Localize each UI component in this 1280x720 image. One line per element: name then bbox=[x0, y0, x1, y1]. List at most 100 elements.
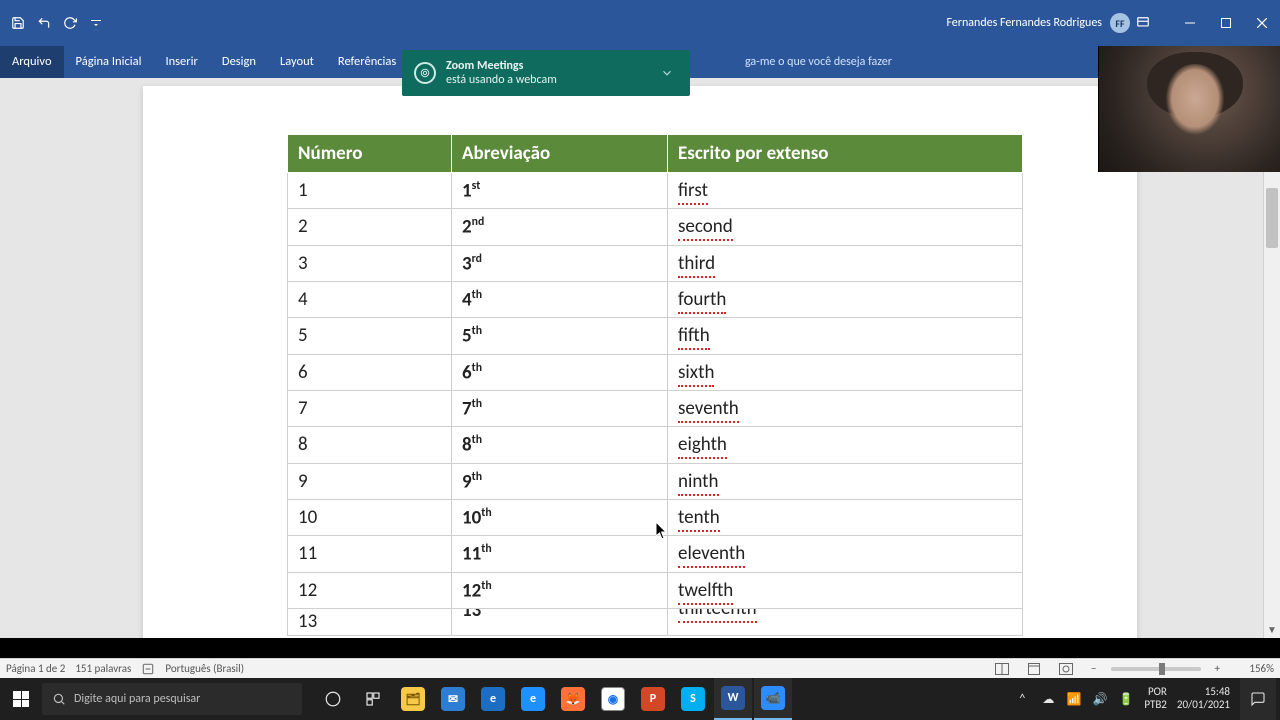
chevron-down-icon[interactable] bbox=[660, 66, 674, 80]
tell-me-hint[interactable]: ga-me o que você deseja fazer bbox=[745, 55, 892, 69]
cell-abreviacao[interactable]: 3rd bbox=[452, 245, 668, 281]
cell-abreviacao[interactable]: 6th bbox=[452, 354, 668, 390]
mail-app[interactable]: ✉ bbox=[434, 678, 472, 720]
ribbon-display-icon[interactable] bbox=[1136, 16, 1172, 30]
cell-abreviacao[interactable]: 12th bbox=[452, 572, 668, 608]
cortana-button[interactable] bbox=[354, 678, 392, 720]
cell-extenso[interactable]: third bbox=[668, 245, 1023, 281]
tray-onedrive-icon[interactable]: ☁ bbox=[1040, 691, 1056, 707]
cell-numero[interactable]: 13 bbox=[288, 608, 452, 635]
table-row: 22ndsecond bbox=[288, 209, 1023, 245]
scroll-down-arrow[interactable]: ▼ bbox=[1264, 621, 1280, 638]
firefox-app[interactable]: 🦊 bbox=[554, 678, 592, 720]
start-button[interactable] bbox=[0, 678, 42, 720]
ie-app[interactable]: e bbox=[514, 678, 552, 720]
cell-numero[interactable]: 8 bbox=[288, 427, 452, 463]
action-center-button[interactable] bbox=[1240, 678, 1276, 720]
tray-volume-icon[interactable]: 🔊 bbox=[1092, 691, 1108, 707]
cell-extenso[interactable]: twelfth bbox=[668, 572, 1023, 608]
tray-clock[interactable]: 15:48 20/01/2021 bbox=[1177, 686, 1230, 711]
zoom-percent[interactable]: 156% bbox=[1234, 662, 1274, 675]
cell-numero[interactable]: 4 bbox=[288, 281, 452, 317]
tray-battery-icon[interactable]: 🔋 bbox=[1118, 691, 1134, 707]
status-words[interactable]: 151 palavras bbox=[75, 662, 131, 675]
cell-numero[interactable]: 6 bbox=[288, 354, 452, 390]
cell-abreviacao[interactable]: 1st bbox=[452, 173, 668, 209]
cell-extenso[interactable]: ninth bbox=[668, 463, 1023, 499]
zoom-slider[interactable] bbox=[1111, 667, 1201, 671]
tab-layout[interactable]: Layout bbox=[268, 46, 326, 78]
file-explorer-app[interactable]: 🗂 bbox=[394, 678, 432, 720]
document-page[interactable]: Número Abreviação Escrito por extenso 11… bbox=[143, 86, 1137, 638]
cell-abreviacao[interactable]: 13th bbox=[452, 608, 668, 635]
cell-numero[interactable]: 10 bbox=[288, 499, 452, 535]
close-button[interactable] bbox=[1244, 0, 1280, 46]
undo-icon[interactable] bbox=[36, 15, 52, 31]
cell-abreviacao[interactable]: 9th bbox=[452, 463, 668, 499]
zoom-out-button[interactable]: − bbox=[1087, 662, 1100, 675]
cell-extenso[interactable]: fifth bbox=[668, 318, 1023, 354]
cell-numero[interactable]: 7 bbox=[288, 390, 452, 426]
status-page[interactable]: Página 1 de 2 bbox=[6, 662, 65, 675]
view-web-icon[interactable] bbox=[1055, 660, 1077, 678]
cell-abreviacao[interactable]: 5th bbox=[452, 318, 668, 354]
col-header-extenso: Escrito por extenso bbox=[668, 135, 1023, 173]
cell-extenso[interactable]: second bbox=[668, 209, 1023, 245]
cell-numero[interactable]: 11 bbox=[288, 536, 452, 572]
tab-referencias[interactable]: Referências bbox=[326, 46, 408, 78]
skype-app[interactable]: S bbox=[674, 678, 712, 720]
cell-abreviacao[interactable]: 10th bbox=[452, 499, 668, 535]
powerpoint-app[interactable]: P bbox=[634, 678, 672, 720]
zoom-slider-knob[interactable] bbox=[1159, 663, 1165, 675]
cell-numero[interactable]: 12 bbox=[288, 572, 452, 608]
qat-more-icon[interactable] bbox=[88, 15, 104, 31]
view-read-icon[interactable] bbox=[991, 660, 1013, 678]
edge-app[interactable]: e bbox=[474, 678, 512, 720]
cell-numero[interactable]: 5 bbox=[288, 318, 452, 354]
cell-extenso[interactable]: sixth bbox=[668, 354, 1023, 390]
word-app[interactable]: W bbox=[714, 678, 752, 720]
zoom-webcam-banner[interactable]: Zoom Meetings está usando a webcam bbox=[402, 50, 690, 96]
cell-numero[interactable]: 9 bbox=[288, 463, 452, 499]
zoom-app[interactable]: 📹 bbox=[754, 678, 792, 720]
redo-icon[interactable] bbox=[62, 15, 78, 31]
tab-arquivo[interactable]: Arquivo bbox=[0, 46, 64, 78]
cell-extenso[interactable]: eleventh bbox=[668, 536, 1023, 572]
account-box[interactable]: Fernandes Fernandes Rodrigues FF bbox=[946, 13, 1130, 33]
cell-abreviacao[interactable]: 11th bbox=[452, 536, 668, 572]
cell-abreviacao[interactable]: 7th bbox=[452, 390, 668, 426]
tab-inserir[interactable]: Inserir bbox=[153, 46, 209, 78]
tab-pagina-inicial[interactable]: Página Inicial bbox=[64, 46, 154, 78]
save-icon[interactable] bbox=[10, 15, 26, 31]
cell-extenso[interactable]: fourth bbox=[668, 281, 1023, 317]
tray-language[interactable]: POR PTB2 bbox=[1144, 686, 1167, 711]
maximize-button[interactable] bbox=[1208, 0, 1244, 46]
cell-extenso[interactable]: seventh bbox=[668, 390, 1023, 426]
tray-chevron-icon[interactable]: ^ bbox=[1014, 691, 1030, 707]
abbr-base: 6 bbox=[462, 361, 472, 384]
chrome-app[interactable]: ◉ bbox=[594, 678, 632, 720]
taskbar-search[interactable]: Digite aqui para pesquisar bbox=[42, 683, 302, 715]
cell-abreviacao[interactable]: 8th bbox=[452, 427, 668, 463]
zoom-banner-subtitle: está usando a webcam bbox=[446, 73, 557, 87]
word-statusbar: Página 1 de 2 151 palavras Português (Br… bbox=[0, 658, 1280, 678]
tray-network-icon[interactable]: 📶 bbox=[1066, 691, 1082, 707]
scroll-thumb[interactable] bbox=[1266, 188, 1278, 248]
view-print-icon[interactable] bbox=[1023, 660, 1045, 678]
cell-extenso[interactable]: first bbox=[668, 173, 1023, 209]
col-header-numero: Número bbox=[288, 135, 452, 173]
task-view-button[interactable] bbox=[314, 678, 352, 720]
cell-numero[interactable]: 3 bbox=[288, 245, 452, 281]
cell-numero[interactable]: 2 bbox=[288, 209, 452, 245]
proofing-icon[interactable] bbox=[141, 662, 155, 676]
cell-numero[interactable]: 1 bbox=[288, 173, 452, 209]
status-language[interactable]: Português (Brasil) bbox=[165, 662, 244, 675]
minimize-button[interactable] bbox=[1172, 0, 1208, 46]
tab-design[interactable]: Design bbox=[210, 46, 268, 78]
cell-abreviacao[interactable]: 2nd bbox=[452, 209, 668, 245]
cell-extenso[interactable]: eighth bbox=[668, 427, 1023, 463]
cell-extenso[interactable]: tenth bbox=[668, 499, 1023, 535]
cell-extenso[interactable]: thirteenth bbox=[668, 608, 1023, 635]
cell-abreviacao[interactable]: 4th bbox=[452, 281, 668, 317]
zoom-in-button[interactable]: + bbox=[1211, 662, 1224, 675]
